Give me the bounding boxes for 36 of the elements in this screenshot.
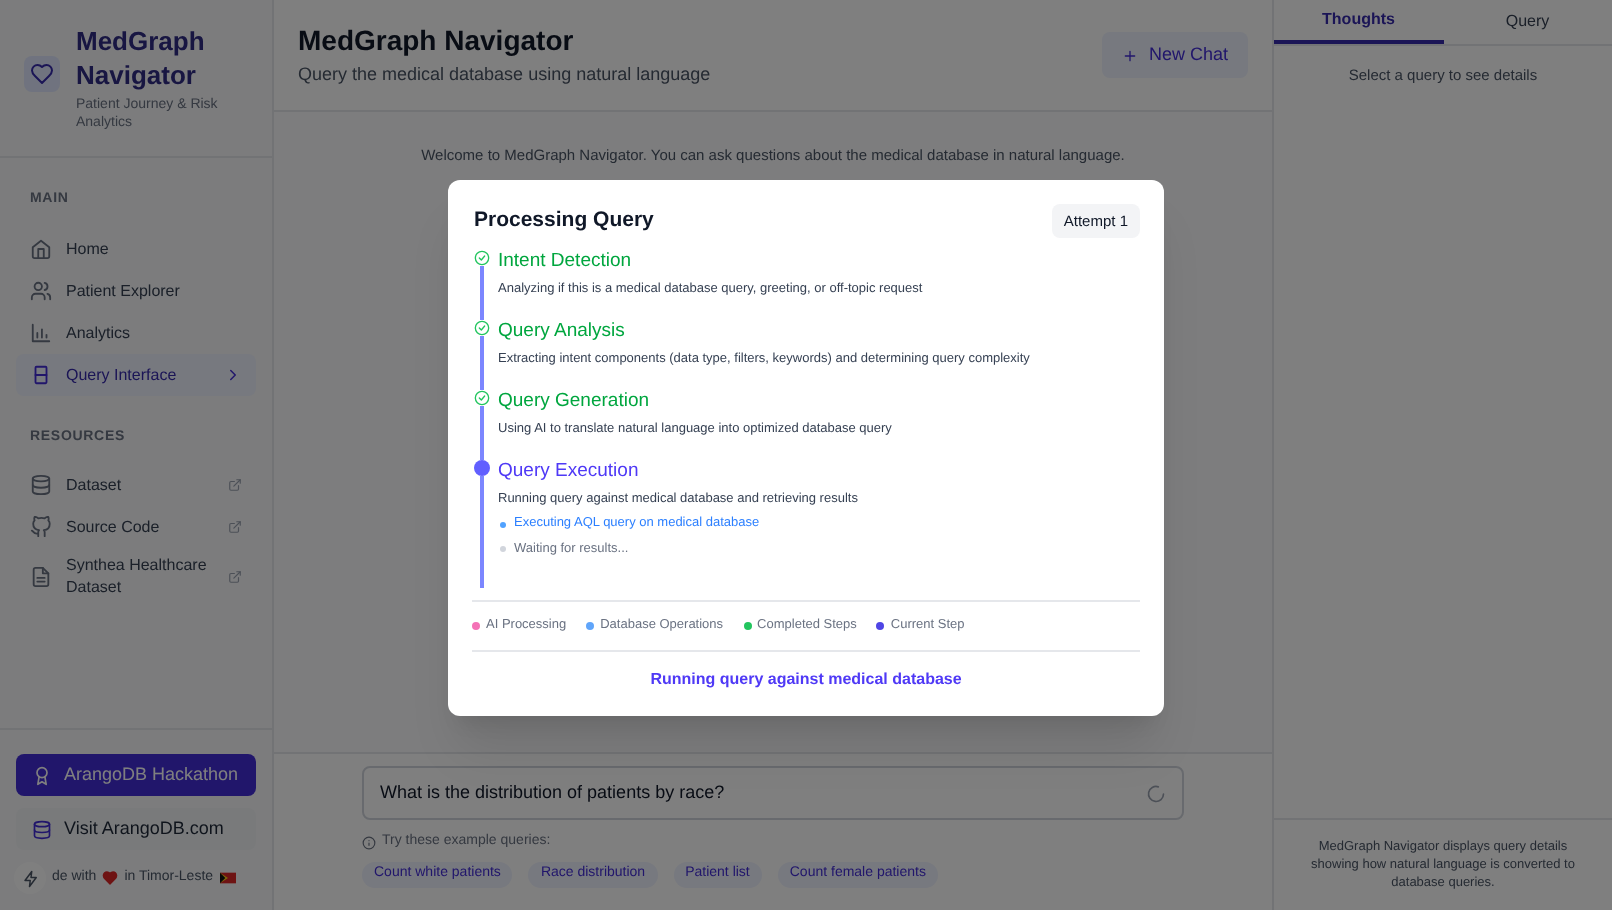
page-subtitle: Query the medical database using natural language — [298, 62, 711, 88]
hackathon-button[interactable]: ArangoDB Hackathon — [16, 754, 256, 796]
nav-item[interactable]: Query Interface — [16, 353, 256, 395]
heart-icon — [102, 870, 119, 886]
plus-icon — [1122, 47, 1139, 63]
panel-tab[interactable]: Query — [1443, 0, 1612, 44]
new-chat-button[interactable]: New Chat — [1102, 32, 1248, 78]
panel-tab[interactable]: Thoughts — [1274, 0, 1443, 44]
query-input[interactable]: What is the distribution of patients by race? — [362, 766, 1184, 820]
nav-item[interactable]: Synthea Healthcare Dataset — [16, 548, 256, 604]
bar-chart-icon — [30, 321, 52, 343]
database-icon — [30, 474, 52, 496]
page-title: MedGraph Navigator — [298, 22, 576, 58]
dialog-title: Processing Query — [472, 205, 654, 236]
app-title: MedGraph Navigator — [76, 24, 207, 92]
status-message: Running query against medical database — [648, 667, 964, 691]
step-title: Intent Detection — [498, 250, 634, 275]
info-icon — [362, 835, 376, 850]
step-title: Query Generation — [498, 389, 652, 414]
lightning-icon — [21, 869, 39, 887]
database-icon — [32, 819, 52, 839]
heart-icon — [30, 62, 54, 86]
flag-icon — [219, 872, 236, 884]
home-icon — [30, 237, 52, 259]
award-icon — [32, 765, 52, 785]
nav-item[interactable]: Patient Explorer — [16, 269, 256, 311]
panel-icon — [30, 363, 52, 385]
users-icon — [30, 279, 52, 301]
step-title: Query Analysis — [498, 320, 627, 344]
step-title: Query Execution — [498, 459, 641, 483]
nav-item[interactable]: Analytics — [16, 311, 256, 353]
nav-item[interactable]: Home — [16, 227, 256, 269]
document-icon — [30, 565, 52, 587]
chevron-right-icon — [224, 365, 242, 383]
nav-item[interactable]: Source Code — [16, 506, 256, 548]
nav-item[interactable]: Dataset — [16, 464, 256, 506]
